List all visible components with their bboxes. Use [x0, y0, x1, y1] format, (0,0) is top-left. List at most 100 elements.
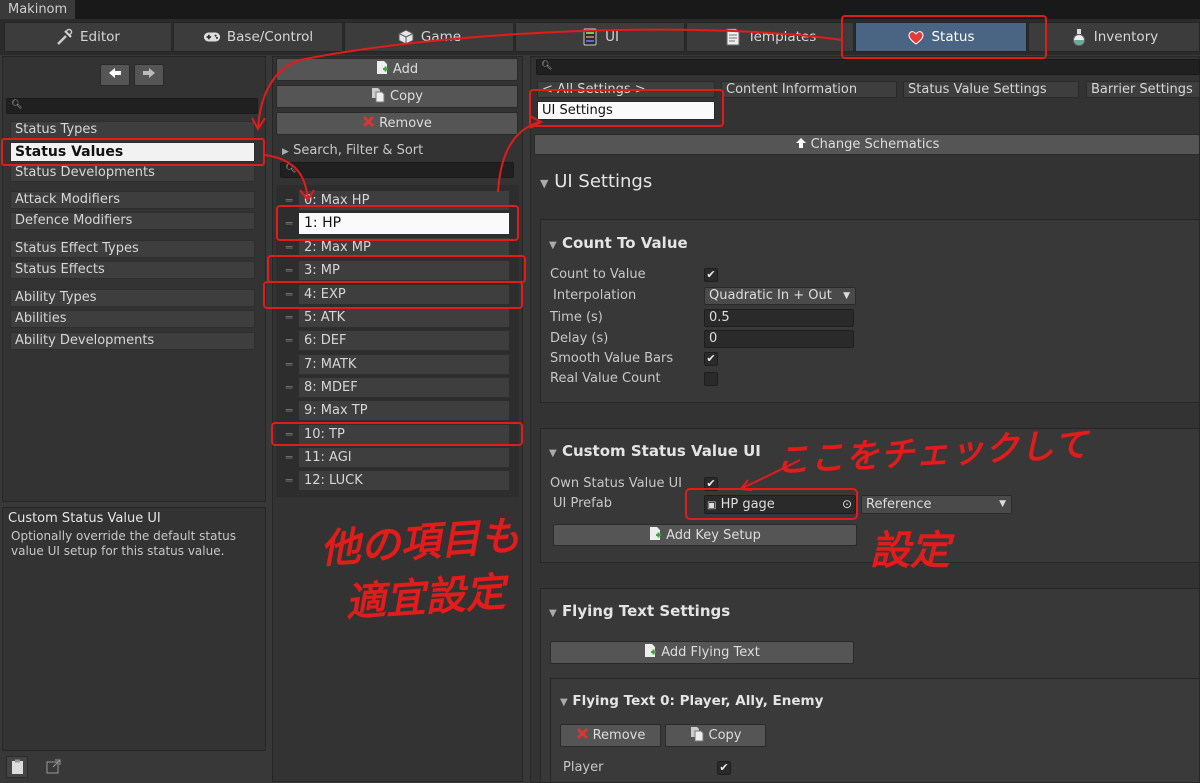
list-item[interactable]: ═ 11: AGI — [280, 447, 510, 468]
flying-remove-label: Remove — [592, 728, 646, 743]
sidebar-item-ability-developments[interactable]: Ability Developments — [10, 332, 255, 350]
real-value-count-label: Real Value Count — [550, 371, 661, 386]
sidebar-item-ability-types[interactable]: Ability Types — [10, 289, 255, 307]
list-item[interactable]: ═ 4: EXP — [280, 284, 510, 305]
flying-text-header[interactable]: ▼ Flying Text Settings — [549, 602, 730, 620]
add-flying-text-button[interactable]: Add Flying Text — [550, 641, 854, 664]
list-item[interactable]: ═ 8: MDEF — [280, 377, 510, 398]
count-to-value-header[interactable]: ▼ Count To Value — [549, 234, 688, 252]
sidebar-item-defence-modifiers[interactable]: Defence Modifiers — [10, 212, 255, 230]
tab-editor[interactable]: Editor — [4, 22, 172, 52]
time-input[interactable]: 0.5 — [704, 309, 854, 327]
time-label: Time (s) — [550, 310, 603, 325]
list-item[interactable]: ═ 10: TP — [280, 424, 510, 445]
list-item[interactable]: ═ 5: ATK — [280, 307, 510, 328]
list-item[interactable]: ═ 7: MATK — [280, 354, 510, 375]
sidebar-item-status-effects[interactable]: Status Effects — [10, 261, 255, 279]
remove-button[interactable]: Remove — [276, 112, 518, 135]
subtab-ui-settings[interactable]: UI Settings — [537, 101, 715, 120]
settings-search-input[interactable]: 🔍︎ — [536, 59, 1200, 75]
add-flying-text-label: Add Flying Text — [661, 645, 760, 660]
add-key-setup-button[interactable]: Add Key Setup — [553, 524, 857, 546]
drag-handle-icon[interactable]: ═ — [280, 264, 298, 277]
drag-handle-icon[interactable]: ═ — [280, 451, 298, 464]
drag-handle-icon[interactable]: ═ — [280, 241, 298, 254]
arrow-up-icon — [795, 137, 807, 153]
delay-label: Delay (s) — [550, 331, 609, 346]
subtab-status-value-settings[interactable]: Status Value Settings — [903, 81, 1079, 98]
smooth-value-bars-checkbox[interactable]: ✔ — [704, 352, 718, 366]
document-icon — [724, 28, 742, 46]
tab-templates[interactable]: Templates — [686, 22, 854, 52]
window-title-bar: Makinom — [0, 0, 1200, 19]
tab-game[interactable]: Game — [344, 22, 514, 52]
back-button[interactable] — [100, 64, 130, 86]
interpolation-dropdown[interactable]: Quadratic In + Out ▼ — [704, 287, 856, 305]
drag-handle-icon[interactable]: ═ — [280, 217, 298, 230]
ui-icon — [581, 28, 599, 46]
drag-handle-icon[interactable]: ═ — [280, 311, 298, 324]
copy-icon — [690, 726, 705, 746]
drag-handle-icon[interactable]: ═ — [280, 194, 298, 207]
subtab-content-information[interactable]: Content Information — [721, 81, 897, 98]
sidebar-item-status-types[interactable]: Status Types — [10, 121, 255, 139]
flying-text-item-header[interactable]: ▼ Flying Text 0: Player, Ally, Enemy — [560, 693, 823, 709]
tools-icon — [56, 28, 74, 46]
reference-dropdown[interactable]: Reference ▼ — [861, 495, 1012, 514]
real-value-count-checkbox[interactable] — [704, 372, 718, 386]
flying-text-item-title: Flying Text 0: Player, Ally, Enemy — [572, 693, 824, 709]
count-to-value-checkbox[interactable]: ✔ — [704, 268, 718, 282]
drag-handle-icon[interactable]: ═ — [280, 381, 298, 394]
tab-ui[interactable]: UI — [515, 22, 685, 52]
sidebar-item-status-effect-types[interactable]: Status Effect Types — [10, 240, 255, 258]
tab-label: Inventory — [1093, 29, 1159, 45]
sidebar-search-input[interactable]: 🔍︎ — [6, 98, 258, 114]
tab-status[interactable]: Status — [855, 22, 1027, 52]
tab-label: UI — [605, 29, 619, 45]
drag-handle-icon[interactable]: ═ — [280, 288, 298, 301]
add-icon — [376, 60, 389, 79]
copy-button[interactable]: Copy — [276, 85, 518, 108]
list-item[interactable]: ═ 12: LUCK — [280, 470, 510, 491]
drag-handle-icon[interactable]: ═ — [280, 474, 298, 487]
own-status-value-ui-label: Own Status Value UI — [550, 476, 682, 491]
window-title: Makinom — [0, 0, 76, 19]
flying-copy-button[interactable]: Copy — [665, 724, 766, 747]
ui-prefab-value: HP gage — [720, 497, 775, 512]
forward-button[interactable] — [134, 64, 164, 86]
list-item[interactable]: ═ 2: Max MP — [280, 237, 510, 258]
list-search-input[interactable]: 🔍︎ — [280, 162, 514, 178]
ui-settings-header[interactable]: ▼ UI Settings — [540, 171, 652, 192]
player-checkbox[interactable]: ✔ — [717, 761, 731, 775]
open-external-button[interactable] — [42, 756, 64, 778]
list-item[interactable]: ═ 9: Max TP — [280, 400, 510, 421]
custom-ui-header[interactable]: ▼ Custom Status Value UI — [549, 442, 761, 460]
sidebar-item-status-values[interactable]: Status Values — [10, 142, 255, 162]
sidebar-item-attack-modifiers[interactable]: Attack Modifiers — [10, 191, 255, 209]
clipboard-button[interactable] — [6, 756, 28, 778]
tab-base-control[interactable]: Base/Control — [173, 22, 343, 52]
object-picker-icon[interactable]: ⊙ — [842, 496, 852, 513]
drag-handle-icon[interactable]: ═ — [280, 334, 298, 347]
list-item[interactable]: ═ 6: DEF — [280, 330, 510, 351]
tab-label: Base/Control — [226, 29, 314, 45]
list-item[interactable]: ═ 1: HP — [280, 212, 510, 235]
sidebar-item-abilities[interactable]: Abilities — [10, 310, 255, 328]
search-filter-sort-toggle[interactable]: ▶ Search, Filter & Sort — [282, 143, 423, 158]
list-item[interactable]: ═ 3: MP — [280, 260, 510, 281]
change-schematics-button[interactable]: Change Schematics — [534, 134, 1200, 155]
delay-input[interactable]: 0 — [704, 330, 854, 348]
drag-handle-icon[interactable]: ═ — [280, 404, 298, 417]
drag-handle-icon[interactable]: ═ — [280, 428, 298, 441]
tab-inventory[interactable]: Inventory — [1028, 22, 1200, 52]
list-item[interactable]: ═ 0: Max HP — [280, 190, 510, 211]
own-status-value-ui-checkbox[interactable]: ✔ — [704, 477, 718, 491]
drag-handle-icon[interactable]: ═ — [280, 358, 298, 371]
ui-prefab-field[interactable]: ▣ HP gage ⊙ — [704, 495, 856, 514]
flying-remove-button[interactable]: Remove — [560, 724, 661, 747]
sidebar-item-status-developments[interactable]: Status Developments — [10, 164, 255, 182]
triangle-down-icon: ▼ — [549, 240, 557, 251]
add-button[interactable]: Add — [276, 58, 518, 81]
subtab-all-settings[interactable]: < All Settings > — [537, 81, 715, 98]
subtab-barrier-settings[interactable]: Barrier Settings — [1086, 81, 1200, 98]
